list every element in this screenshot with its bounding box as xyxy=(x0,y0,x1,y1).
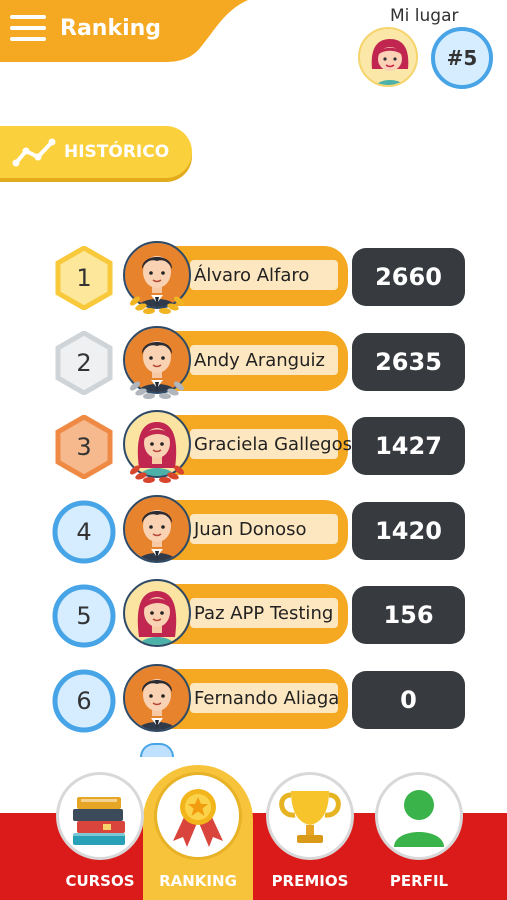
name-bar: Álvaro Alfaro xyxy=(170,246,348,306)
rank-medal: 5 xyxy=(52,584,116,648)
score-badge: 156 xyxy=(352,586,465,644)
user-profile-icon xyxy=(375,772,463,860)
nav-perfil[interactable]: PERFIL xyxy=(375,772,463,900)
player-name: Álvaro Alfaro xyxy=(194,265,310,286)
ranking-screen: Ranking Mi lugar #5 HISTÓRICO 1 Álvaro A… xyxy=(0,0,507,900)
rank-medal: 3 xyxy=(52,414,116,480)
boy-avatar-icon xyxy=(121,239,193,315)
nav-cursos-label: CURSOS xyxy=(65,872,135,890)
player-name: Andy Aranguiz xyxy=(194,349,325,371)
boy-avatar-icon xyxy=(121,324,193,399)
ranking-row[interactable]: 3 Graciela Gallegos 1427 xyxy=(0,410,507,492)
my-place-label: Mi lugar xyxy=(390,6,459,26)
player-name: Graciela Gallegos xyxy=(194,434,352,455)
header-bar: Ranking xyxy=(0,0,250,62)
rank-position: 2 xyxy=(76,348,92,377)
ranking-row[interactable]: 1 Álvaro Alfaro 2660 xyxy=(0,241,507,323)
boy-avatar-icon xyxy=(121,662,193,734)
boy-avatar-icon xyxy=(121,493,193,565)
rank-position: 4 xyxy=(76,517,92,546)
trophy-icon xyxy=(266,772,354,860)
score-badge: 0 xyxy=(352,670,465,729)
ranking-row[interactable]: 4 Juan Donoso 1420 xyxy=(0,494,507,577)
my-rank-badge: #5 xyxy=(431,27,493,89)
my-avatar[interactable] xyxy=(358,27,418,87)
name-bar: Graciela Gallegos xyxy=(170,415,352,475)
rank-medal: 1 xyxy=(52,245,116,311)
score-badge: 2635 xyxy=(352,332,465,391)
nav-cursos[interactable]: CURSOS xyxy=(56,772,144,900)
history-button-label: HISTÓRICO xyxy=(64,142,170,162)
name-bar: Fernando Aliaga xyxy=(170,668,348,729)
rank-medal: 2 xyxy=(52,329,116,396)
rank-position: 1 xyxy=(76,264,92,292)
rank-medal: 6 xyxy=(52,669,116,733)
name-bar: Andy Aranguiz xyxy=(170,330,348,391)
score-badge: 1420 xyxy=(352,501,465,560)
score-badge: 1427 xyxy=(352,417,465,475)
name-bar: Juan Donoso xyxy=(170,499,348,560)
girl-avatar-icon xyxy=(121,577,193,649)
player-name: Fernando Aliaga xyxy=(194,687,340,709)
ranking-row[interactable]: 5 Paz APP Testing 156 xyxy=(0,579,507,661)
player-name: Juan Donoso xyxy=(194,518,307,540)
rank-position: 5 xyxy=(76,602,92,630)
ranking-row[interactable]: 6 Fernando Aliaga 0 xyxy=(0,663,507,746)
rank-position: 3 xyxy=(76,433,92,461)
rank-medal: 4 xyxy=(52,500,116,564)
hamburger-menu-icon[interactable] xyxy=(10,15,46,45)
page-title: Ranking xyxy=(60,16,162,41)
trend-line-icon xyxy=(12,138,56,167)
name-bar: Paz APP Testing xyxy=(170,584,348,644)
score-badge: 2660 xyxy=(352,248,465,306)
nav-perfil-label: PERFIL xyxy=(389,872,449,890)
rank-position: 6 xyxy=(76,686,92,715)
player-name: Paz APP Testing xyxy=(194,603,334,624)
nav-ranking-label: RANKING xyxy=(159,872,237,890)
ribbon-medal-icon xyxy=(154,772,242,860)
girl-avatar-icon xyxy=(371,39,409,85)
nav-premios[interactable]: PREMIOS xyxy=(266,772,354,900)
ranking-row[interactable]: 2 Andy Aranguiz 2635 xyxy=(0,325,507,408)
nav-premios-label: PREMIOS xyxy=(271,872,349,890)
nav-ranking[interactable]: RANKING xyxy=(154,772,242,900)
girl-avatar-icon xyxy=(121,408,193,484)
history-button[interactable]: HISTÓRICO xyxy=(0,126,192,178)
books-icon xyxy=(56,772,144,860)
